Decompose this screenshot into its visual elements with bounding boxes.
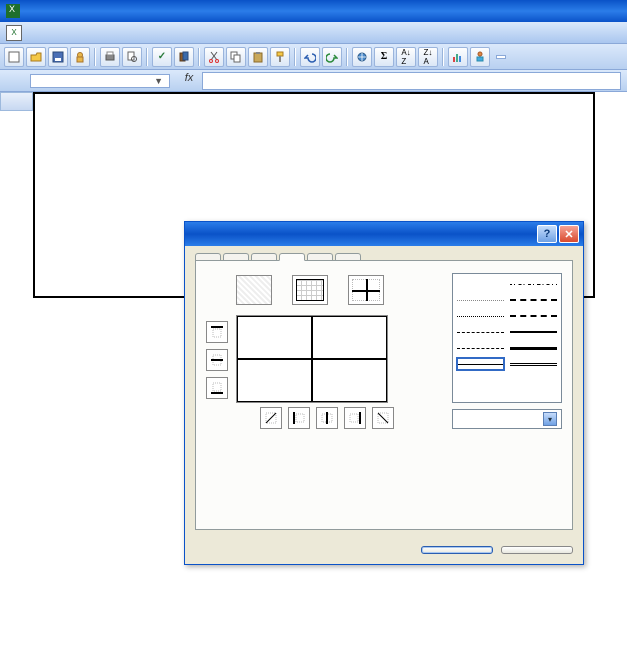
open-icon[interactable] xyxy=(26,47,46,67)
zoom-combo[interactable] xyxy=(496,55,506,59)
drawing-icon[interactable] xyxy=(470,47,490,67)
preview-cell xyxy=(312,359,387,402)
style-thick-dash[interactable] xyxy=(510,310,557,322)
hyperlink-icon[interactable] xyxy=(352,47,372,67)
style-hair[interactable] xyxy=(457,294,504,306)
menu-help[interactable] xyxy=(122,31,134,35)
border-diag-up-button[interactable] xyxy=(260,407,282,429)
print-icon[interactable] xyxy=(100,47,120,67)
menu-tools[interactable] xyxy=(86,31,98,35)
name-box[interactable]: ▼ xyxy=(30,74,170,88)
cut-icon[interactable] xyxy=(204,47,224,67)
standard-toolbar: ✓ Σ A↓Z Z↓A xyxy=(0,44,627,70)
autosum-icon[interactable]: Σ xyxy=(374,47,394,67)
preview-cell xyxy=(237,316,312,359)
style-thin[interactable] xyxy=(457,358,504,370)
toolbar-separator xyxy=(146,48,148,66)
chevron-down-icon[interactable]: ▾ xyxy=(543,412,557,426)
ok-button[interactable] xyxy=(421,546,493,554)
menu-format[interactable] xyxy=(74,31,86,35)
style-dashed[interactable] xyxy=(457,326,504,338)
color-select[interactable]: ▾ xyxy=(452,409,562,429)
format-cells-dialog: ? ✕ xyxy=(184,221,584,565)
border-right-button[interactable] xyxy=(344,407,366,429)
menu-data[interactable] xyxy=(98,31,110,35)
menu-insert[interactable] xyxy=(62,31,74,35)
preset-none-button[interactable] xyxy=(236,275,272,305)
format-painter-icon[interactable] xyxy=(270,47,290,67)
toolbar-separator xyxy=(294,48,296,66)
border-tab-panel: ▾ xyxy=(195,260,573,530)
copy-icon[interactable] xyxy=(226,47,246,67)
toolbar-separator xyxy=(442,48,444,66)
research-icon[interactable] xyxy=(174,47,194,67)
toolbar-separator xyxy=(94,48,96,66)
border-bottom-button[interactable] xyxy=(206,377,228,399)
excel-app-icon xyxy=(6,4,20,18)
menu-window[interactable] xyxy=(110,31,122,35)
dialog-titlebar[interactable]: ? ✕ xyxy=(185,222,583,246)
close-icon[interactable]: ✕ xyxy=(559,225,579,243)
preview-cell xyxy=(237,359,312,402)
tab-border[interactable] xyxy=(279,253,305,261)
border-left-button[interactable] xyxy=(288,407,310,429)
line-style-list[interactable] xyxy=(452,273,562,403)
border-middle-h-button[interactable] xyxy=(206,349,228,371)
permission-icon[interactable] xyxy=(70,47,90,67)
style-double[interactable] xyxy=(510,358,557,370)
print-preview-icon[interactable] xyxy=(122,47,142,67)
style-medium-dash-dot[interactable] xyxy=(510,294,557,306)
formula-input[interactable] xyxy=(202,72,621,90)
paste-icon[interactable] xyxy=(248,47,268,67)
style-medium[interactable] xyxy=(510,326,557,338)
style-dotted[interactable] xyxy=(457,310,504,322)
preset-inside-button[interactable] xyxy=(348,275,384,305)
style-thin-dash-dot[interactable] xyxy=(510,278,557,290)
fx-icon[interactable]: fx xyxy=(180,72,198,90)
preset-outline-button[interactable] xyxy=(292,275,328,305)
border-diag-down-button[interactable] xyxy=(372,407,394,429)
redo-icon[interactable] xyxy=(322,47,342,67)
menu-bar: X xyxy=(0,22,627,44)
preview-cell xyxy=(312,316,387,359)
toolbar-separator xyxy=(198,48,200,66)
chart-wizard-icon[interactable] xyxy=(448,47,468,67)
style-dash-dot[interactable] xyxy=(457,342,504,354)
formula-bar: ▼ fx xyxy=(0,70,627,92)
sort-asc-icon[interactable]: A↓Z xyxy=(396,47,416,67)
new-icon[interactable] xyxy=(4,47,24,67)
border-top-button[interactable] xyxy=(206,321,228,343)
save-icon[interactable] xyxy=(48,47,68,67)
menu-edit[interactable] xyxy=(38,31,50,35)
border-preview[interactable] xyxy=(236,315,388,403)
style-thick[interactable] xyxy=(510,342,557,354)
style-none[interactable] xyxy=(457,278,504,290)
toolbar-separator xyxy=(346,48,348,66)
undo-icon[interactable] xyxy=(300,47,320,67)
excel-doc-icon[interactable]: X xyxy=(6,25,22,41)
help-icon[interactable]: ? xyxy=(537,225,557,243)
spelling-icon[interactable]: ✓ xyxy=(152,47,172,67)
menu-view[interactable] xyxy=(50,31,62,35)
window-titlebar xyxy=(0,0,627,22)
select-all-corner[interactable] xyxy=(0,92,33,111)
row-headers xyxy=(0,92,33,652)
cancel-button[interactable] xyxy=(501,546,573,554)
sort-desc-icon[interactable]: Z↓A xyxy=(418,47,438,67)
border-middle-v-button[interactable] xyxy=(316,407,338,429)
dialog-tabs xyxy=(195,252,573,260)
menu-file[interactable] xyxy=(26,31,38,35)
chevron-down-icon[interactable]: ▼ xyxy=(154,76,163,86)
